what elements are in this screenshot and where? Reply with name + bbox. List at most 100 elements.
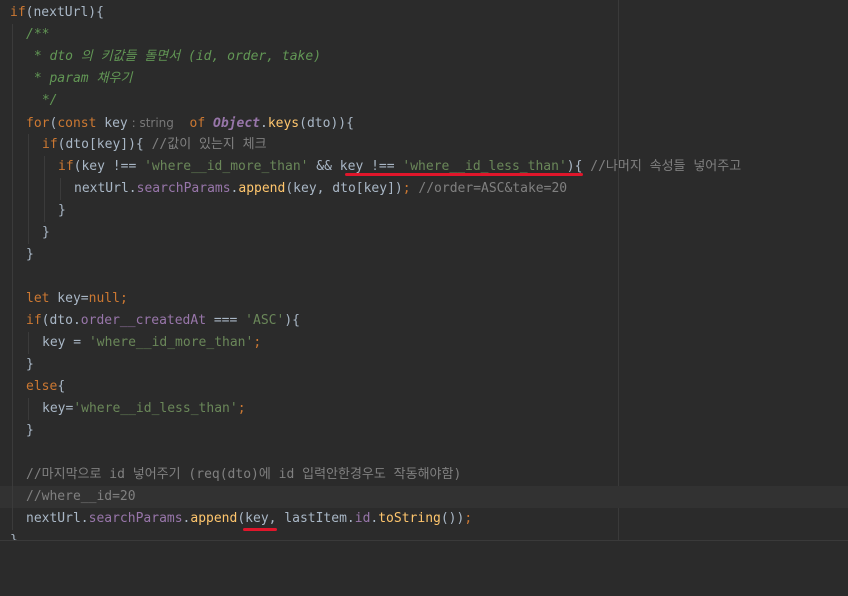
- code-line-16[interactable]: key = 'where__id_more_than';: [0, 332, 848, 354]
- indent-guide: [28, 178, 29, 200]
- indent-guide: [44, 156, 45, 178]
- code-line-5[interactable]: */: [0, 90, 848, 112]
- keyword-if: if: [26, 313, 42, 328]
- line-comment: //마지막으로 id 넣어주기 (req(dto)에 id 입력안한경우도 작동…: [26, 467, 462, 482]
- code-line-17[interactable]: }: [0, 354, 848, 376]
- indent-guide: [12, 112, 13, 134]
- indent-guide: [12, 288, 13, 310]
- method-keys: keys: [267, 116, 300, 131]
- keyword-for: for: [26, 116, 50, 131]
- indent-guide: [12, 266, 13, 288]
- code-text: .: [260, 116, 268, 131]
- code-line-6[interactable]: for(const key : string of Object.keys(dt…: [0, 112, 848, 134]
- line-comment: //값이 있는지 체크: [151, 137, 267, 152]
- property-searchParams: searchParams: [88, 511, 183, 526]
- code-line-10[interactable]: }: [0, 200, 848, 222]
- code-line-13[interactable]: [0, 266, 848, 288]
- code-text: nextUrl.: [74, 181, 137, 196]
- string-literal: 'ASC': [245, 313, 285, 328]
- line-comment: //order=ASC&take=20: [410, 181, 568, 196]
- indent-guide: [12, 68, 13, 90]
- code-line-24[interactable]: nextUrl.searchParams.append(key, lastIte…: [0, 508, 848, 530]
- string-literal: 'where__id_less_than': [402, 159, 567, 174]
- semicolon: ;: [402, 181, 411, 196]
- property-order-createdAt: order__createdAt: [80, 313, 207, 328]
- code-line-19[interactable]: key='where__id_less_than';: [0, 398, 848, 420]
- variable-key: key: [96, 116, 128, 131]
- indent-guide: [12, 442, 13, 464]
- code-line-15[interactable]: if(dto.order__createdAt === 'ASC'){: [0, 310, 848, 332]
- horizontal-scrollbar[interactable]: [0, 540, 848, 547]
- semicolon: ;: [237, 401, 246, 416]
- keyword-if: if: [58, 159, 74, 174]
- indent-guide: [44, 178, 45, 200]
- code-text: key=: [49, 291, 89, 306]
- annotation-underline: [243, 528, 277, 531]
- indent-guide: [12, 156, 13, 178]
- code-text: (dto.: [41, 313, 81, 328]
- indent-guide: [12, 398, 13, 420]
- indent-guide: [60, 178, 61, 200]
- indent-guide: [28, 200, 29, 222]
- indent-guide: [12, 90, 13, 112]
- keyword-let: let: [26, 291, 50, 306]
- code-line-1[interactable]: if(nextUrl){: [0, 2, 848, 24]
- string-literal: 'where__id_more_than': [88, 335, 254, 350]
- code-text: key =: [42, 335, 89, 350]
- keyword-if: if: [10, 5, 26, 20]
- code-line-18[interactable]: else{: [0, 376, 848, 398]
- keyword-const: const: [57, 116, 97, 131]
- indent-guide: [28, 222, 29, 244]
- code-text: nextUrl.: [26, 511, 89, 526]
- code-line-2[interactable]: /**: [0, 24, 848, 46]
- indent-guide: [28, 398, 29, 420]
- code-text: (key, dto[key]): [285, 181, 403, 196]
- indent-guide: [12, 486, 13, 508]
- line-comment: //where__id=20: [26, 489, 136, 504]
- property-searchParams: searchParams: [136, 181, 231, 196]
- indent-guide: [12, 508, 13, 530]
- code-text: key=: [42, 401, 74, 416]
- method-toString: toString: [378, 511, 441, 526]
- keyword-else: else: [26, 379, 58, 394]
- doc-comment: * param 채우기: [26, 71, 133, 86]
- doc-comment: /**: [26, 27, 50, 42]
- semicolon: ;: [253, 335, 262, 350]
- code-line-14[interactable]: let key=null;: [0, 288, 848, 310]
- code-line-22[interactable]: //마지막으로 id 넣어주기 (req(dto)에 id 입력안한경우도 작동…: [0, 464, 848, 486]
- closing-brace: }: [42, 225, 50, 240]
- indent-guide: [12, 46, 13, 68]
- indent-guide: [12, 332, 13, 354]
- code-text: {: [57, 379, 66, 394]
- indent-guide: [12, 244, 13, 266]
- class-object: Object: [213, 116, 260, 131]
- code-line-7[interactable]: if(dto[key]){ //값이 있는지 체크: [0, 134, 848, 156]
- code-line-12[interactable]: }: [0, 244, 848, 266]
- semicolon: ;: [464, 511, 473, 526]
- code-editor[interactable]: if(nextUrl){ /** * dto 의 키값들 돌면서 (id, or…: [0, 0, 848, 548]
- code-line-3[interactable]: * dto 의 키값들 돌면서 (id, order, take): [0, 46, 848, 68]
- code-text: (key !==: [73, 159, 145, 174]
- indent-guide: [28, 332, 29, 354]
- indent-guide: [12, 200, 13, 222]
- code-line-21[interactable]: [0, 442, 848, 464]
- closing-brace: }: [26, 357, 34, 372]
- doc-comment: * dto 의 키값들 돌면서 (id, order, take): [26, 49, 322, 64]
- indent-guide: [12, 354, 13, 376]
- closing-brace: }: [58, 203, 66, 218]
- code-text: && key !==: [308, 159, 403, 174]
- indent-guide: [12, 178, 13, 200]
- code-line-4[interactable]: * param 채우기: [0, 68, 848, 90]
- closing-brace: }: [26, 247, 34, 262]
- code-text: (nextUrl){: [25, 5, 104, 20]
- code-text: ){: [566, 159, 591, 174]
- indent-guide: [28, 134, 29, 156]
- code-text: (key, lastItem.: [237, 511, 355, 526]
- code-line-11[interactable]: }: [0, 222, 848, 244]
- semicolon: ;: [119, 291, 128, 306]
- code-line-20[interactable]: }: [0, 420, 848, 442]
- code-line-9[interactable]: nextUrl.searchParams.append(key, dto[key…: [0, 178, 848, 200]
- code-text: ()): [440, 511, 465, 526]
- code-text: ){: [284, 313, 300, 328]
- code-line-23-current[interactable]: //where__id=20: [0, 486, 848, 508]
